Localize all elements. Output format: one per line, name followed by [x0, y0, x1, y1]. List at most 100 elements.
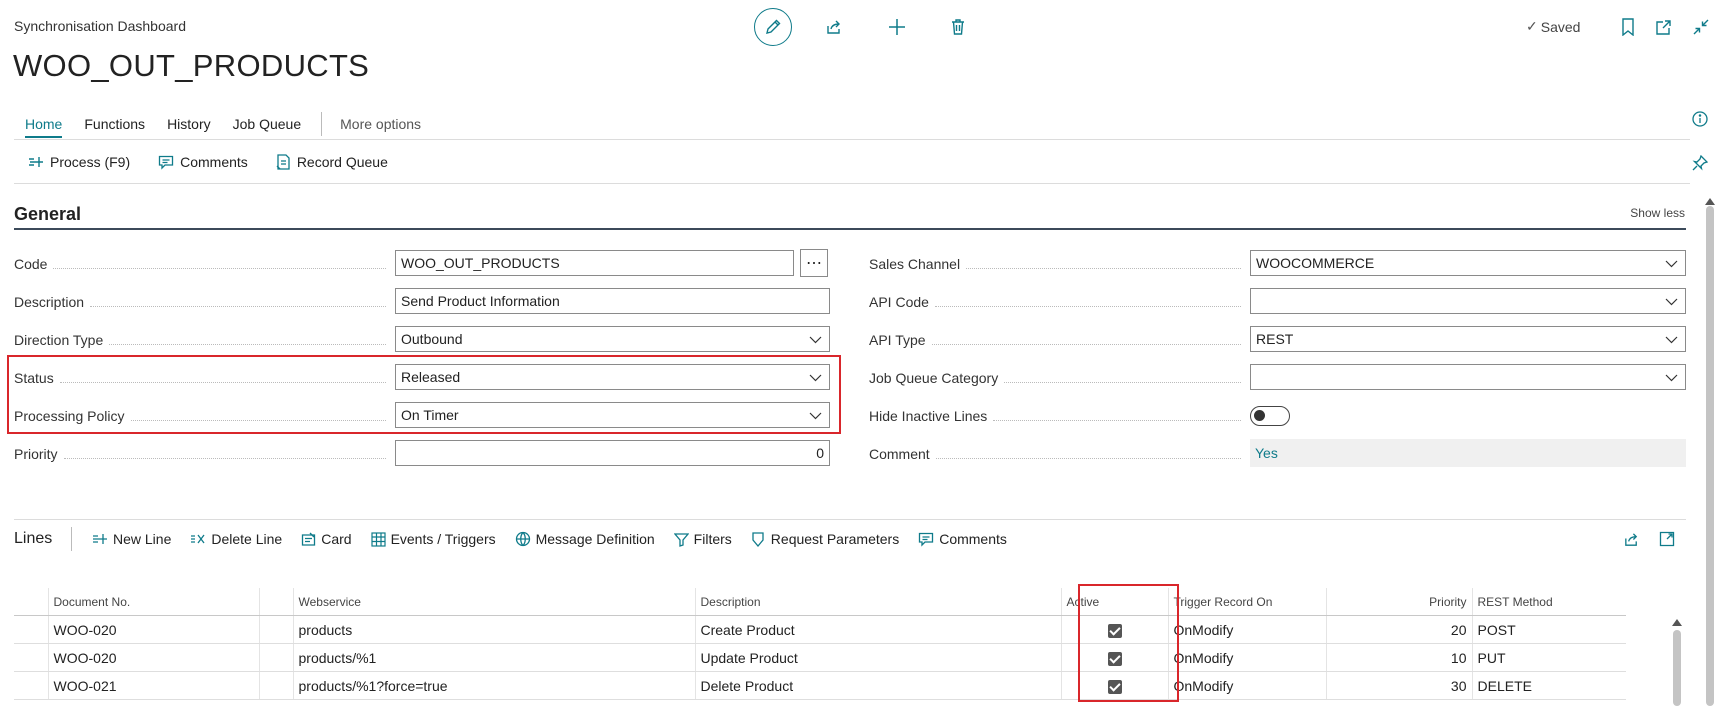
show-less-link[interactable]: Show less [1630, 206, 1685, 220]
cell-priority[interactable]: 10 [1325, 643, 1472, 672]
general-section-title[interactable]: General [14, 204, 81, 225]
events-triggers-button[interactable]: Events / Triggers [370, 531, 496, 547]
cell-webservice[interactable]: products/%1?force=true [292, 671, 695, 700]
cell-priority[interactable]: 20 [1325, 615, 1472, 644]
cell-priority[interactable]: 30 [1325, 671, 1472, 700]
lines-table: Document No. Webservice Description Acti… [14, 588, 1626, 700]
message-definition-button[interactable]: Message Definition [515, 531, 655, 547]
status-select[interactable]: Released [395, 364, 830, 390]
cell-rest-method[interactable]: DELETE [1471, 671, 1626, 700]
column-header-trigger-record-on[interactable]: Trigger Record On [1167, 588, 1326, 616]
scroll-up-icon[interactable] [1705, 198, 1715, 205]
cell-description[interactable]: Update Product [694, 643, 1061, 672]
cell-document-no[interactable]: WOO-021 [47, 671, 259, 700]
column-header-spacer [258, 588, 293, 616]
cell-rest-method[interactable]: PUT [1471, 643, 1626, 672]
column-header-document-no[interactable]: Document No. [47, 588, 259, 616]
edit-button[interactable] [754, 8, 792, 46]
collapse-button[interactable] [1690, 16, 1712, 38]
lines-share-button[interactable] [1620, 528, 1642, 550]
trash-icon [952, 19, 964, 35]
tab-history[interactable]: History [167, 116, 211, 138]
description-input[interactable]: Send Product Information [395, 288, 830, 314]
lines-scrollbar[interactable] [1673, 630, 1681, 706]
process-icon [29, 157, 43, 167]
tab-job-queue[interactable]: Job Queue [233, 116, 302, 138]
chevron-down-icon [1665, 260, 1678, 268]
lines-scroll-up-icon[interactable] [1672, 619, 1682, 626]
cell-active[interactable] [1060, 671, 1168, 700]
cell-webservice[interactable]: products [292, 615, 695, 644]
pencil-icon [766, 19, 781, 34]
column-header-priority[interactable]: Priority [1325, 588, 1472, 616]
api-code-select[interactable] [1250, 288, 1686, 314]
table-row[interactable]: WOO-020 products/%1 Update Product OnMod… [14, 643, 1626, 672]
column-header-rest-method[interactable]: REST Method [1471, 588, 1626, 616]
tab-functions[interactable]: Functions [84, 116, 145, 138]
share-button[interactable] [823, 16, 845, 38]
info-icon [1692, 111, 1708, 127]
comment-value[interactable]: Yes [1250, 439, 1686, 467]
record-queue-button[interactable]: Record Queue [276, 154, 388, 170]
field-label-priority: Priority [14, 441, 392, 467]
cell-document-no[interactable]: WOO-020 [47, 615, 259, 644]
lines-expand-button[interactable] [1656, 528, 1678, 550]
new-button[interactable] [886, 16, 908, 38]
checkmark-icon: ✓ [1526, 18, 1538, 34]
filters-button[interactable]: Filters [673, 531, 732, 547]
processing-policy-select[interactable]: On Timer [395, 402, 830, 428]
active-checkbox[interactable] [1107, 679, 1122, 694]
new-line-button[interactable]: New Line [92, 531, 171, 547]
cell-active[interactable] [1060, 643, 1168, 672]
column-header-active[interactable]: Active [1060, 588, 1168, 616]
cell-webservice[interactable]: products/%1 [292, 643, 695, 672]
ellipsis-icon: ⋯ [806, 255, 822, 272]
request-parameters-button[interactable]: Request Parameters [751, 531, 899, 547]
card-button[interactable]: Card [301, 531, 352, 547]
direction-type-select[interactable]: Outbound [395, 326, 830, 352]
cell-trigger-record-on[interactable]: OnModify [1167, 671, 1326, 700]
active-checkbox[interactable] [1107, 623, 1122, 638]
table-row[interactable]: WOO-021 products/%1?force=true Delete Pr… [14, 671, 1626, 700]
tab-more-options[interactable]: More options [340, 116, 421, 138]
cell-trigger-record-on[interactable]: OnModify [1167, 643, 1326, 672]
field-label-api-code: API Code [869, 289, 1247, 315]
info-button[interactable] [1690, 109, 1710, 129]
sales-channel-select[interactable]: WOOCOMMERCE [1250, 250, 1686, 276]
page-scrollbar[interactable] [1706, 206, 1714, 706]
cell-trigger-record-on[interactable]: OnModify [1167, 615, 1326, 644]
pin-button[interactable] [1690, 153, 1710, 173]
delete-line-button[interactable]: Delete Line [190, 531, 282, 547]
priority-input[interactable]: 0 [395, 440, 830, 466]
row-selector[interactable] [14, 671, 48, 700]
row-selector[interactable] [14, 615, 48, 644]
comment-icon [919, 532, 934, 547]
column-header-webservice[interactable]: Webservice [292, 588, 695, 616]
cell-rest-method[interactable]: POST [1471, 615, 1626, 644]
column-header-description[interactable]: Description [694, 588, 1061, 616]
active-checkbox[interactable] [1107, 651, 1122, 666]
open-new-window-button[interactable] [1652, 16, 1674, 38]
code-input[interactable]: WOO_OUT_PRODUCTS [395, 250, 794, 276]
breadcrumb[interactable]: Synchronisation Dashboard [14, 18, 186, 34]
cell-active[interactable] [1060, 615, 1168, 644]
delete-button[interactable] [947, 16, 969, 38]
job-queue-category-select[interactable] [1250, 364, 1686, 390]
message-definition-icon [515, 531, 530, 547]
row-selector[interactable] [14, 643, 48, 672]
hide-inactive-lines-toggle[interactable] [1250, 406, 1290, 426]
table-row[interactable]: WOO-020 products Create Product OnModify… [14, 615, 1626, 644]
cell-description[interactable]: Create Product [694, 615, 1061, 644]
field-label-comment: Comment [869, 441, 1247, 467]
api-type-select[interactable]: REST [1250, 326, 1686, 352]
lines-comments-button[interactable]: Comments [918, 531, 1007, 547]
bookmark-button[interactable] [1618, 16, 1638, 38]
process-button[interactable]: Process (F9) [28, 154, 130, 170]
new-line-icon [93, 534, 107, 544]
code-assist-button[interactable]: ⋯ [800, 249, 828, 277]
cell-document-no[interactable]: WOO-020 [47, 643, 259, 672]
lines-section-title[interactable]: Lines [14, 530, 52, 548]
cell-description[interactable]: Delete Product [694, 671, 1061, 700]
tab-home[interactable]: Home [25, 116, 63, 138]
comments-button[interactable]: Comments [158, 154, 248, 170]
